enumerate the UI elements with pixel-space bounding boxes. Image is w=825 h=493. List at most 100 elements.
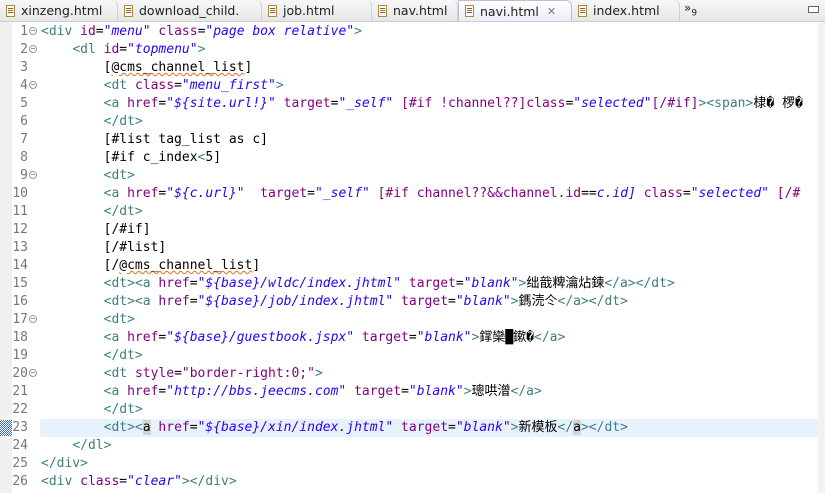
- code-editor[interactable]: 1− <div id="menu" class="page box relativ…: [0, 22, 825, 493]
- code-token: 5]: [205, 150, 222, 165]
- code-token: id: [103, 42, 120, 57]
- code-token: >: [463, 384, 472, 399]
- code-token: =: [189, 276, 198, 291]
- code-token: href: [158, 276, 190, 291]
- code-line[interactable]: 22 </dt>: [0, 401, 818, 419]
- code-line[interactable]: 15 <dt><a href="${base}/wldc/index.jhtml…: [0, 275, 818, 293]
- code-line[interactable]: 23 <dt><a href="${base}/xin/index.jhtml"…: [0, 419, 818, 437]
- fold-toggle-icon[interactable]: −: [29, 171, 37, 179]
- code-line[interactable]: 21 <a href = "http://bbs.jeecms.com" targe…: [0, 383, 818, 401]
- code-line[interactable]: 14 [/@cms_channel_list]: [0, 257, 818, 275]
- code-line[interactable]: 4− <dt class="menu_first">: [0, 77, 818, 95]
- editor-tab-bar: xinzeng.html download_child. job.html nav.h…: [0, 0, 825, 22]
- close-tab-icon[interactable]: ✕: [547, 5, 556, 18]
- code-token: <a: [103, 330, 128, 345]
- html-file-icon: [578, 4, 587, 17]
- tab-xinzeng-html[interactable]: xinzeng.html: [0, 0, 118, 21]
- code-line[interactable]: 19 </dt>: [0, 347, 818, 365]
- code-text: [/#list]: [40, 239, 818, 257]
- code-line[interactable]: 13 [/#list]: [0, 239, 818, 257]
- line-number: 20: [12, 366, 28, 381]
- code-text: <dt class="menu_first">: [40, 77, 818, 95]
- code-text: <dt><a href="${base}/xin/index.jhtml" ta…: [40, 419, 818, 437]
- code-text: </dl>: [40, 437, 818, 455]
- code-line[interactable]: 16 <dt><a href="${base}/job/index.jhtml"…: [0, 293, 818, 311]
- code-line[interactable]: 6 </dt>: [0, 113, 818, 131]
- code-token: =: [455, 276, 464, 291]
- code-line[interactable]: 20− <dt style="border-right:0;">: [0, 365, 818, 383]
- code-token: id: [80, 24, 96, 39]
- code-token: @cms_channel_list: [119, 258, 253, 273]
- line-number: 12: [12, 222, 28, 237]
- code-token: "blank": [455, 294, 511, 309]
- fold-toggle-icon[interactable]: −: [29, 81, 37, 89]
- code-line[interactable]: 10 <a href="${c.url}" target="_self" [#i…: [0, 185, 818, 203]
- line-number: 21: [12, 384, 28, 399]
- html-file-icon: [124, 4, 133, 17]
- code-line[interactable]: 5 <a href="${site.url!}" target="_self" …: [0, 95, 818, 113]
- code-token: [#if !channel??]class: [393, 96, 566, 111]
- code-token: "blank": [416, 330, 472, 345]
- code-line[interactable]: 7 [#list tag_list as c]: [0, 131, 818, 149]
- code-token: >: [314, 366, 323, 381]
- code-token: 鎷涜仒: [518, 294, 558, 309]
- fold-toggle-icon[interactable]: −: [29, 315, 37, 323]
- code-text: [#if c_index<5]: [40, 149, 818, 167]
- code-token: "http://bbs.jeecms.com": [166, 384, 347, 399]
- code-token: [#if channel??&&channel.id: [369, 186, 582, 201]
- code-token: </dt>: [103, 348, 143, 363]
- tab-nav-html[interactable]: nav.html: [372, 0, 458, 21]
- code-text: <dt><a href="${base}/wldc/index.jhtml" t…: [40, 275, 818, 293]
- code-text: <div class="clear"></div>: [40, 473, 818, 491]
- code-line[interactable]: 3 [@cms_channel_list]: [0, 59, 818, 77]
- code-token: [/#if]: [651, 96, 699, 111]
- tab-index-html[interactable]: index.html: [572, 0, 680, 21]
- code-token: a: [573, 420, 581, 435]
- tab-job-html[interactable]: job.html: [262, 0, 372, 21]
- tab-label: index.html: [593, 3, 660, 18]
- more-tabs-button[interactable]: »9: [684, 1, 697, 18]
- tab-navi-html[interactable]: navi.html ✕: [458, 0, 572, 21]
- code-line[interactable]: 11 </dt>: [0, 203, 818, 221]
- code-text: <dl id="topmenu">: [40, 41, 818, 59]
- code-line[interactable]: 25 </div>: [0, 455, 818, 473]
- code-line[interactable]: 2− <dl id="topmenu">: [0, 41, 818, 59]
- code-line[interactable]: 12 [/#if]: [0, 221, 818, 239]
- code-text: <dt>: [40, 311, 818, 329]
- code-token: ></dt>: [580, 420, 628, 435]
- hidden-tab-count: 9: [691, 8, 698, 19]
- code-line[interactable]: 17− <dt>: [0, 311, 818, 329]
- code-token: "_self": [338, 96, 394, 111]
- code-token: <div: [41, 24, 81, 39]
- fold-toggle-icon[interactable]: −: [29, 27, 37, 35]
- fold-toggle-icon[interactable]: −: [29, 369, 37, 377]
- minimize-icon[interactable]: [808, 6, 819, 13]
- code-token: </: [557, 420, 574, 435]
- current-line-marker: [0, 420, 12, 436]
- overview-ruler[interactable]: [818, 22, 825, 493]
- code-token: 新模板: [518, 420, 558, 435]
- line-number: 14: [12, 258, 28, 273]
- code-line[interactable]: 18 <a href = "${base}/guestbook.jspx" targ…: [0, 329, 818, 347]
- code-token: =: [448, 294, 456, 309]
- code-line[interactable]: 26 <div class="clear"></div>: [0, 473, 818, 491]
- code-line[interactable]: 24 </dl>: [0, 437, 818, 455]
- code-token: <dt><: [103, 420, 143, 435]
- code-token: "clear": [127, 474, 182, 489]
- tab-download-child-[interactable]: download_child.: [118, 0, 262, 21]
- code-line[interactable]: 9− <dt>: [0, 167, 818, 185]
- code-text: [/#if]: [40, 221, 818, 239]
- fold-toggle-icon[interactable]: −: [29, 45, 37, 53]
- code-token: </dt>: [103, 204, 143, 219]
- code-line[interactable]: 1− <div id="menu" class="page box relativ…: [0, 23, 818, 41]
- line-number: 7: [20, 132, 28, 147]
- line-number: 18: [12, 330, 28, 345]
- code-token: =: [408, 330, 417, 345]
- code-line[interactable]: 8 [#if c_index<5]: [0, 149, 818, 167]
- code-token: c.id]: [596, 186, 636, 201]
